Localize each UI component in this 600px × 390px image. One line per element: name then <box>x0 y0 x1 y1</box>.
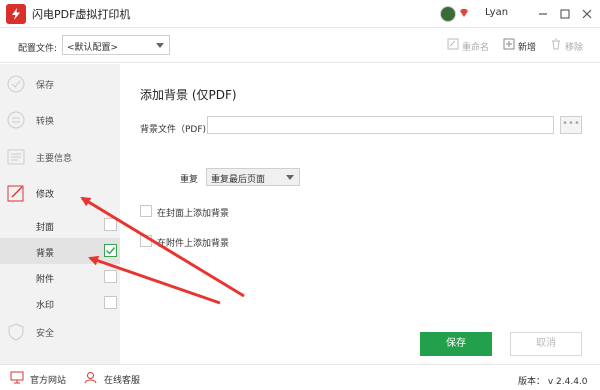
config-label: 配置文件: <box>18 44 58 54</box>
footer: 官方网站 在线客服 版本： v 2.4.4.0 <box>0 364 600 390</box>
user-avatar[interactable] <box>440 6 456 22</box>
support-agent-icon <box>84 372 97 384</box>
minimize-icon[interactable] <box>534 5 552 23</box>
version-text: 版本： v 2.4.4.0 <box>518 377 588 387</box>
attachment-checkbox[interactable] <box>104 270 117 283</box>
convert-icon <box>7 111 25 129</box>
new-label: 新增 <box>518 43 537 53</box>
sidebar-subitem-watermark[interactable]: 水印 <box>0 290 120 316</box>
sidebar: 保存 转换 主要信息 修改 封面 背景 附件 水印 安全 <box>0 64 120 364</box>
shield-icon <box>8 323 24 341</box>
vip-badge-icon <box>460 9 468 17</box>
rename-label: 重命名 <box>462 43 490 53</box>
repeat-dropdown[interactable]: 重复最后页面 <box>206 168 300 186</box>
sidebar-subitem-attachment[interactable]: 附件 <box>0 264 120 290</box>
maximize-icon[interactable] <box>556 5 574 23</box>
sidebar-subitem-cover[interactable]: 封面 <box>0 212 120 238</box>
main-panel: 添加背景 (仅PDF) 背景文件（PDF) ••• 重复 重复最后页面 在封面上… <box>120 64 600 364</box>
cover-checkbox[interactable] <box>104 218 117 231</box>
cancel-button[interactable]: 取消 <box>510 332 582 356</box>
sidebar-item-label: 转换 <box>36 117 55 127</box>
rename-icon <box>447 38 459 50</box>
online-service-link[interactable]: 在线客服 <box>84 371 140 386</box>
official-website-label: 官方网站 <box>30 376 67 386</box>
config-dropdown-value: <默认配置> <box>67 43 119 53</box>
add-on-cover-label: 在封面上添加背景 <box>157 209 230 219</box>
background-file-input[interactable] <box>207 116 554 134</box>
new-button[interactable]: 新增 <box>503 38 536 54</box>
sidebar-item-label: 修改 <box>36 190 55 200</box>
trash-icon <box>552 38 560 50</box>
subitem-label: 封面 <box>36 223 55 233</box>
background-file-label: 背景文件（PDF) <box>140 125 207 135</box>
repeat-label: 重复 <box>180 175 199 185</box>
online-service-label: 在线客服 <box>104 376 141 386</box>
edit-icon <box>7 185 24 202</box>
sidebar-item-label: 安全 <box>36 329 55 339</box>
app-title: 闪电PDF虚拟打印机 <box>32 8 131 21</box>
check-icon <box>106 247 116 255</box>
browse-button[interactable]: ••• <box>560 116 582 134</box>
remove-button[interactable]: 移除 <box>550 38 583 54</box>
background-checkbox[interactable] <box>104 244 117 257</box>
close-icon[interactable] <box>578 5 596 23</box>
chevron-down-icon <box>286 175 294 180</box>
save-icon <box>7 75 25 93</box>
watermark-checkbox[interactable] <box>104 296 117 309</box>
subitem-label: 附件 <box>36 275 55 285</box>
sidebar-item-save[interactable]: 保存 <box>0 66 120 102</box>
sidebar-item-edit[interactable]: 修改 <box>0 175 120 211</box>
sidebar-item-label: 保存 <box>36 81 55 91</box>
subitem-label: 背景 <box>36 249 55 259</box>
monitor-icon <box>10 371 24 384</box>
repeat-dropdown-value: 重复最后页面 <box>211 175 266 185</box>
sidebar-item-convert[interactable]: 转换 <box>0 102 120 138</box>
user-name[interactable]: Lyan <box>485 7 508 18</box>
remove-label: 移除 <box>565 43 584 53</box>
sidebar-item-label: 主要信息 <box>36 154 73 164</box>
config-dropdown[interactable]: <默认配置> <box>62 35 170 55</box>
sidebar-subitem-background[interactable]: 背景 <box>0 238 120 264</box>
sidebar-item-security[interactable]: 安全 <box>0 314 120 350</box>
add-on-attachment-checkbox[interactable] <box>140 235 152 247</box>
plus-icon <box>503 38 515 50</box>
sidebar-item-info[interactable]: 主要信息 <box>0 139 120 175</box>
official-website-link[interactable]: 官方网站 <box>10 371 66 386</box>
page-title: 添加背景 (仅PDF) <box>140 88 237 102</box>
subitem-label: 水印 <box>36 301 55 311</box>
rename-button[interactable]: 重命名 <box>447 38 489 54</box>
add-on-attachment-label: 在附件上添加背景 <box>157 239 230 249</box>
title-bar: 闪电PDF虚拟打印机 Lyan <box>0 0 600 28</box>
info-icon <box>7 149 25 165</box>
chevron-down-icon <box>156 43 164 48</box>
config-toolbar: 配置文件: <默认配置> 重命名 新增 移除 <box>0 29 600 63</box>
add-on-cover-checkbox[interactable] <box>140 205 152 217</box>
app-logo-icon <box>6 4 26 24</box>
save-button[interactable]: 保存 <box>420 332 492 356</box>
